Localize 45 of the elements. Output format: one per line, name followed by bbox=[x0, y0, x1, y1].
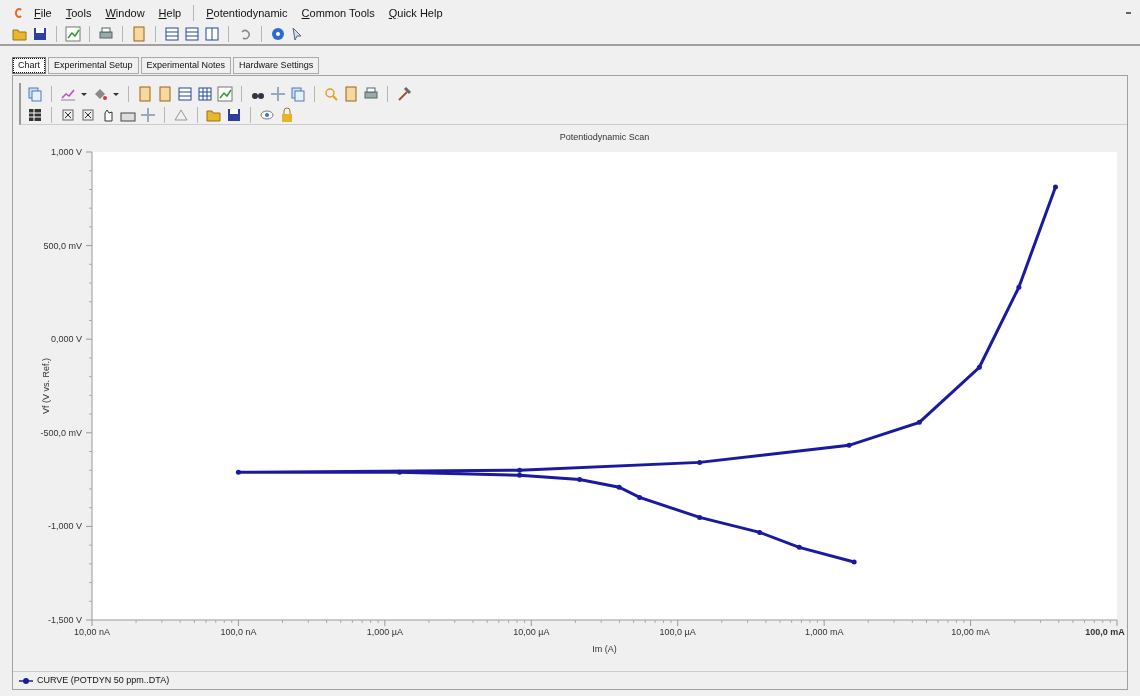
x-tick-label: 10,00 µA bbox=[513, 627, 550, 637]
tab[interactable]: Experimental Setup bbox=[48, 57, 139, 74]
x-tick-label: 10,00 nA bbox=[74, 627, 110, 637]
menu-item[interactable]: Tools bbox=[63, 4, 94, 22]
y-tick-label: -1,500 V bbox=[47, 615, 82, 625]
x-axis-label: Im (A) bbox=[592, 644, 617, 654]
help-icon[interactable] bbox=[270, 26, 286, 42]
menu-item[interactable]: Quick Help bbox=[386, 4, 445, 22]
x-tick-label: 100,0 mA bbox=[1085, 627, 1125, 637]
y-axis-label: Vf (V vs. Ref.) bbox=[41, 358, 51, 414]
x-tick-label: 1,000 µA bbox=[366, 627, 403, 637]
columns-icon[interactable] bbox=[204, 26, 220, 42]
printer-icon[interactable] bbox=[98, 26, 114, 42]
printer-icon[interactable] bbox=[363, 86, 379, 102]
x-tick-label: 1,000 mA bbox=[804, 627, 844, 637]
table-icon[interactable] bbox=[27, 106, 43, 123]
chart-icon[interactable] bbox=[217, 86, 233, 102]
x-tick-label: 10,00 mA bbox=[951, 627, 990, 637]
rows-icon[interactable] bbox=[164, 26, 180, 42]
menu-item[interactable]: Potentiodynamic bbox=[204, 4, 290, 22]
chart-title: Potentiodynamic Scan bbox=[559, 132, 650, 142]
tab[interactable]: Experimental Notes bbox=[140, 57, 232, 74]
y-tick-label: 500,0 mV bbox=[43, 240, 82, 251]
rows-icon[interactable] bbox=[177, 86, 193, 102]
menu-item[interactable]: Help bbox=[156, 4, 184, 22]
menu-item[interactable]: Common Tools bbox=[299, 4, 377, 22]
copy-icon[interactable] bbox=[27, 86, 43, 102]
legend-label: CURVE (POTDYN 50 ppm..DTA) bbox=[37, 673, 170, 687]
x-tick-label: 100,0 µA bbox=[659, 627, 696, 637]
menu-item[interactable]: File bbox=[32, 4, 54, 22]
tab[interactable]: Chart bbox=[12, 57, 46, 74]
copy-icon[interactable] bbox=[290, 86, 306, 102]
y-tick-label: -1,000 V bbox=[47, 521, 82, 532]
tab[interactable]: Hardware Settings bbox=[233, 57, 320, 74]
minimize-icon[interactable] bbox=[1126, 10, 1132, 16]
y-tick-label: 1,000 V bbox=[50, 147, 82, 157]
app-logo-icon bbox=[14, 8, 22, 18]
rows-icon[interactable] bbox=[184, 26, 200, 42]
grid-icon[interactable] bbox=[197, 86, 213, 102]
chart-icon[interactable] bbox=[65, 26, 81, 42]
y-tick-label: 0,000 V bbox=[50, 334, 82, 345]
menu-item[interactable]: Window bbox=[103, 4, 147, 22]
y-tick-label: -500,0 mV bbox=[40, 427, 82, 438]
x-tick-label: 100,0 nA bbox=[220, 627, 257, 637]
hammer-icon[interactable] bbox=[396, 86, 412, 102]
